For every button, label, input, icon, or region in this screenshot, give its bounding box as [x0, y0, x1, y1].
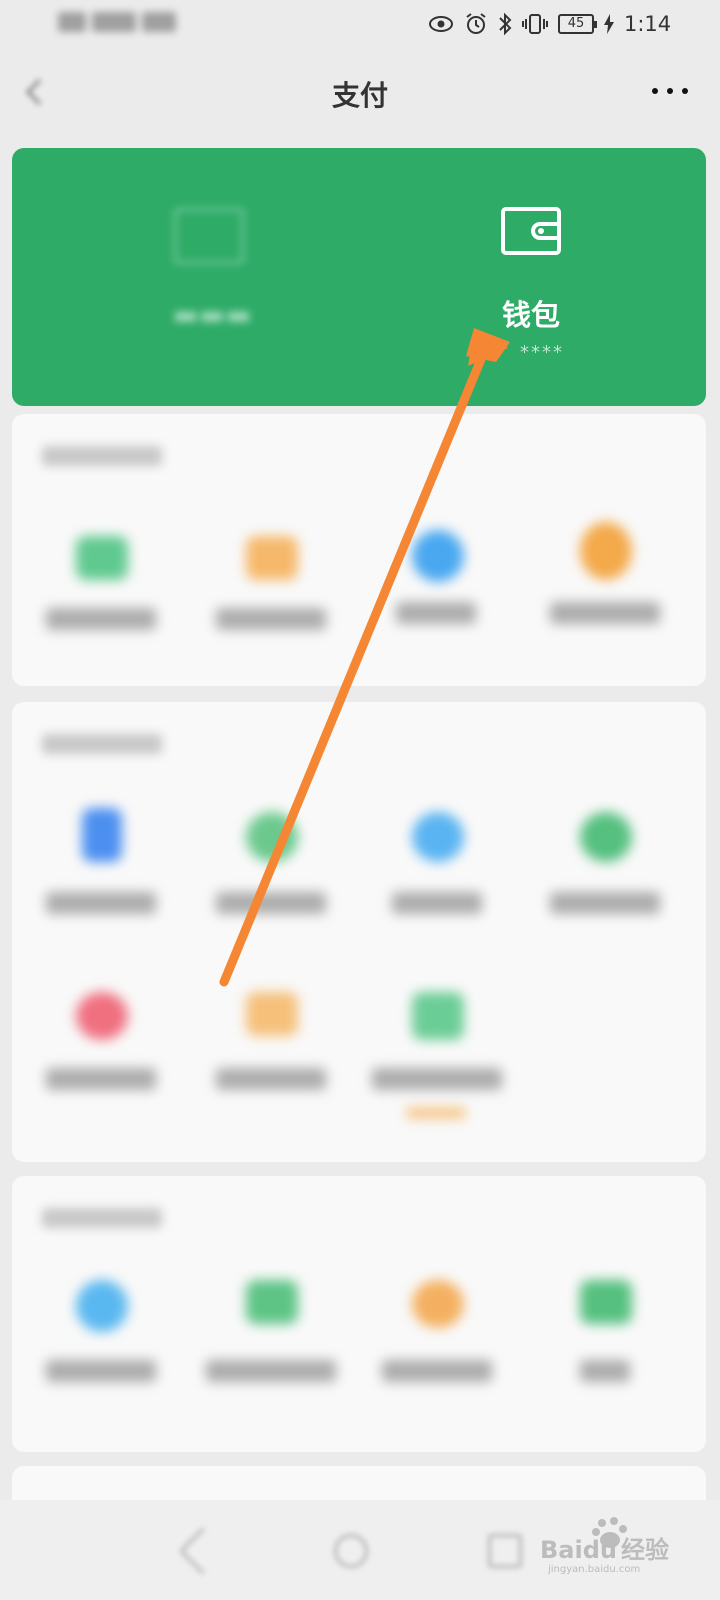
bluetooth-icon	[499, 12, 512, 36]
wallet-icon	[501, 207, 561, 255]
section-title-blurred	[42, 734, 162, 754]
service-item[interactable]	[186, 536, 356, 686]
battery-level: 45	[567, 16, 585, 31]
service-section-3	[12, 1176, 706, 1452]
charging-icon	[604, 14, 614, 34]
nav-home-icon[interactable]	[334, 1534, 368, 1568]
service-item[interactable]	[16, 1280, 186, 1430]
status-icons: 45 1:14	[428, 10, 671, 38]
watermark-url: jingyan.baidu.com	[548, 1564, 641, 1575]
service-item[interactable]	[186, 1280, 356, 1430]
section-title-blurred	[42, 1208, 162, 1228]
service-item[interactable]	[186, 812, 356, 962]
more-options-icon[interactable]	[652, 86, 688, 96]
service-item[interactable]	[16, 536, 186, 686]
service-item[interactable]	[352, 812, 522, 962]
nav-back-icon[interactable]	[178, 1526, 228, 1576]
payment-card: ▬▬▬ 钱包 ****	[12, 148, 706, 406]
page-title: 支付	[331, 79, 388, 112]
nav-recents-icon[interactable]	[488, 1534, 522, 1568]
service-item[interactable]	[352, 530, 522, 680]
baidu-jingyan-watermark: Baidu 经验 jingyan.baidu.com	[540, 1517, 720, 1580]
receive-payment-label-blurred: ▬▬▬	[172, 298, 252, 331]
vibrate-icon	[522, 14, 548, 34]
header: 支付	[0, 60, 720, 124]
battery-icon: 45	[558, 14, 597, 34]
service-item[interactable]	[520, 812, 690, 962]
section-title-blurred	[42, 446, 162, 466]
service-item[interactable]	[520, 1280, 690, 1430]
alarm-icon	[466, 13, 486, 34]
service-item[interactable]	[520, 522, 690, 672]
status-bar: 45 1:14	[0, 0, 720, 48]
eye-icon	[429, 16, 453, 32]
carrier-signal-indicator	[58, 12, 188, 36]
wallet-balance-masked: ****	[520, 342, 564, 363]
service-section-2	[12, 702, 706, 1162]
wallet-label: 钱包	[501, 298, 560, 332]
service-item[interactable]	[16, 808, 186, 958]
wallet-button[interactable]: 钱包 ****	[462, 206, 602, 366]
status-time: 1:14	[624, 12, 672, 36]
service-section-1	[12, 414, 706, 686]
watermark-brand: Baidu 经验	[540, 1536, 669, 1564]
service-item[interactable]	[352, 1280, 522, 1430]
service-item[interactable]	[186, 992, 356, 1142]
receive-payment-button[interactable]: ▬▬▬	[142, 208, 302, 348]
service-item[interactable]	[16, 992, 186, 1142]
scan-code-icon	[174, 208, 244, 264]
service-item[interactable]	[352, 992, 522, 1142]
